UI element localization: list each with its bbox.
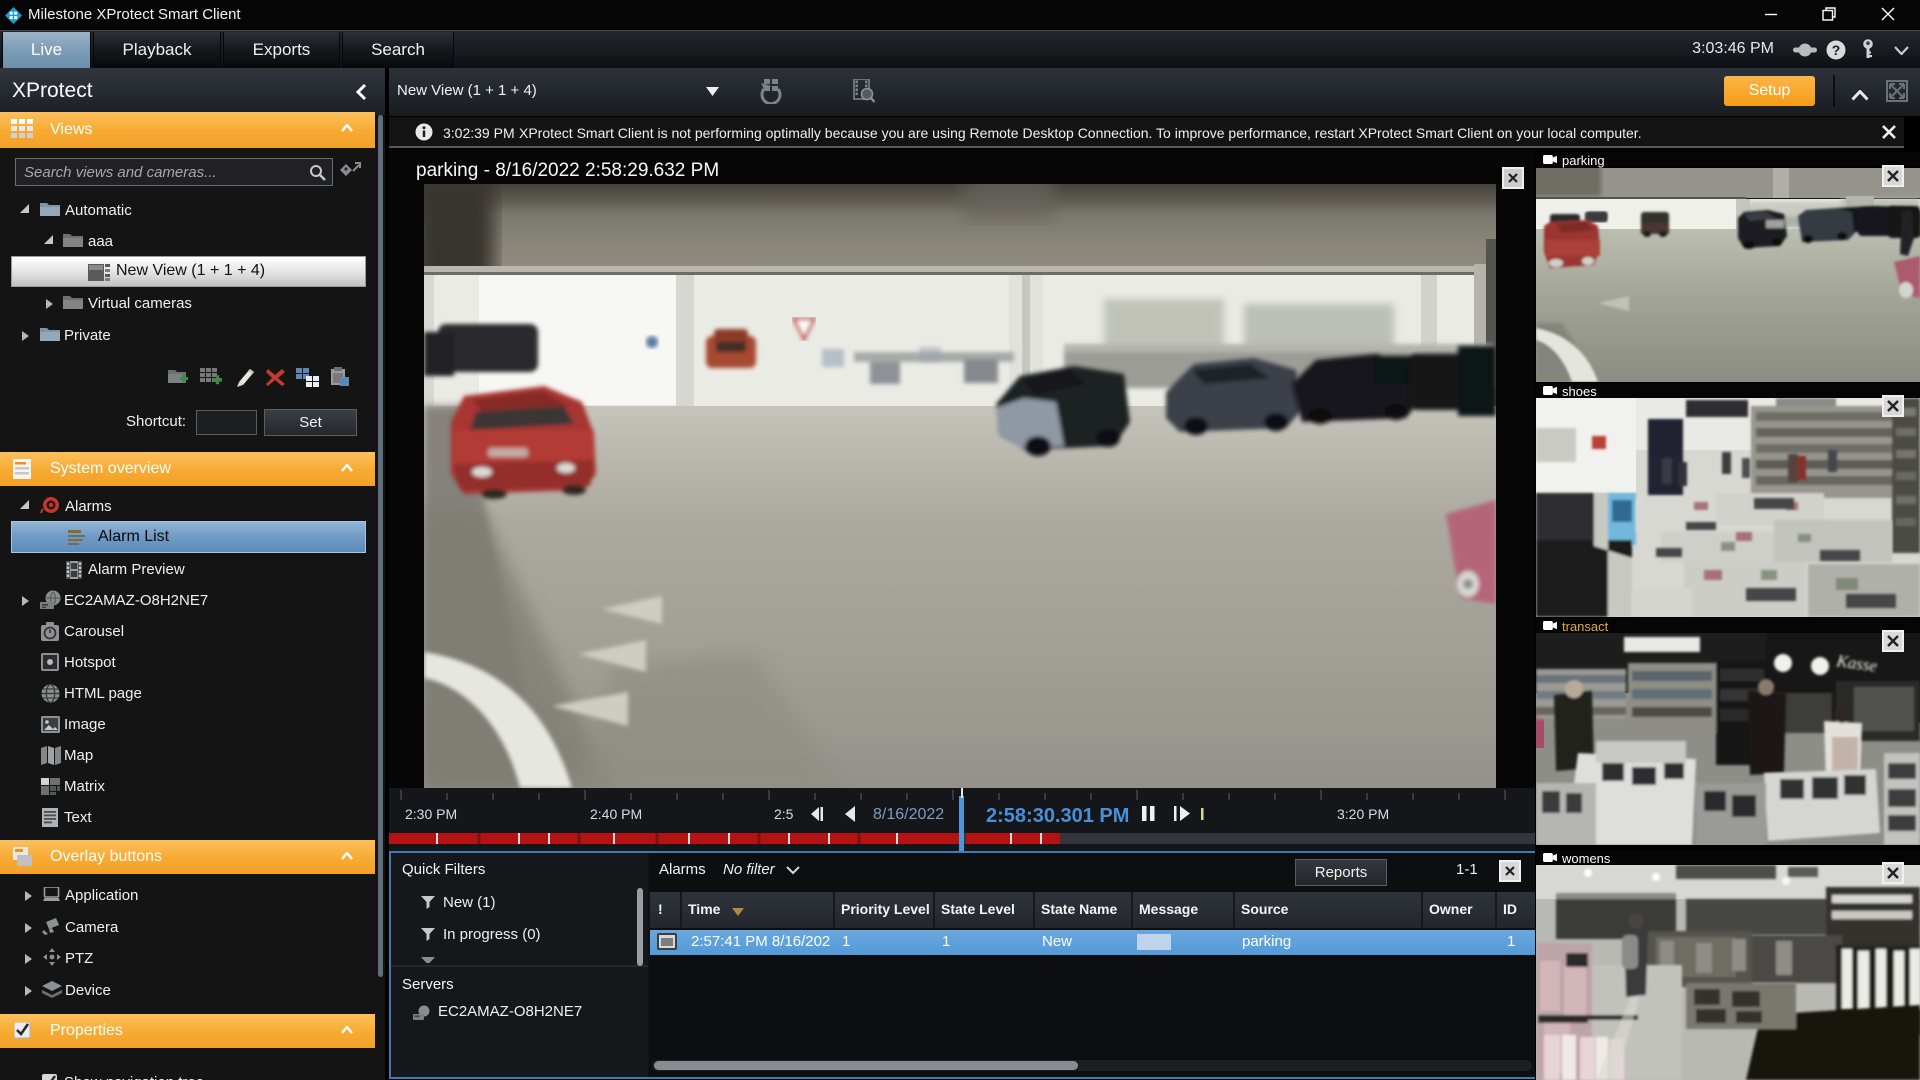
svg-text:2:40 PM: 2:40 PM bbox=[590, 806, 642, 822]
svg-text:8/16/2022: 8/16/2022 bbox=[873, 806, 944, 823]
svg-text:3:20 PM: 3:20 PM bbox=[1337, 806, 1389, 822]
svg-text:?: ? bbox=[1832, 42, 1841, 58]
svg-text:2:58:30.301 PM: 2:58:30.301 PM bbox=[986, 805, 1129, 827]
svg-text:2:30 PM: 2:30 PM bbox=[405, 806, 457, 822]
svg-text:2:5: 2:5 bbox=[774, 806, 794, 822]
